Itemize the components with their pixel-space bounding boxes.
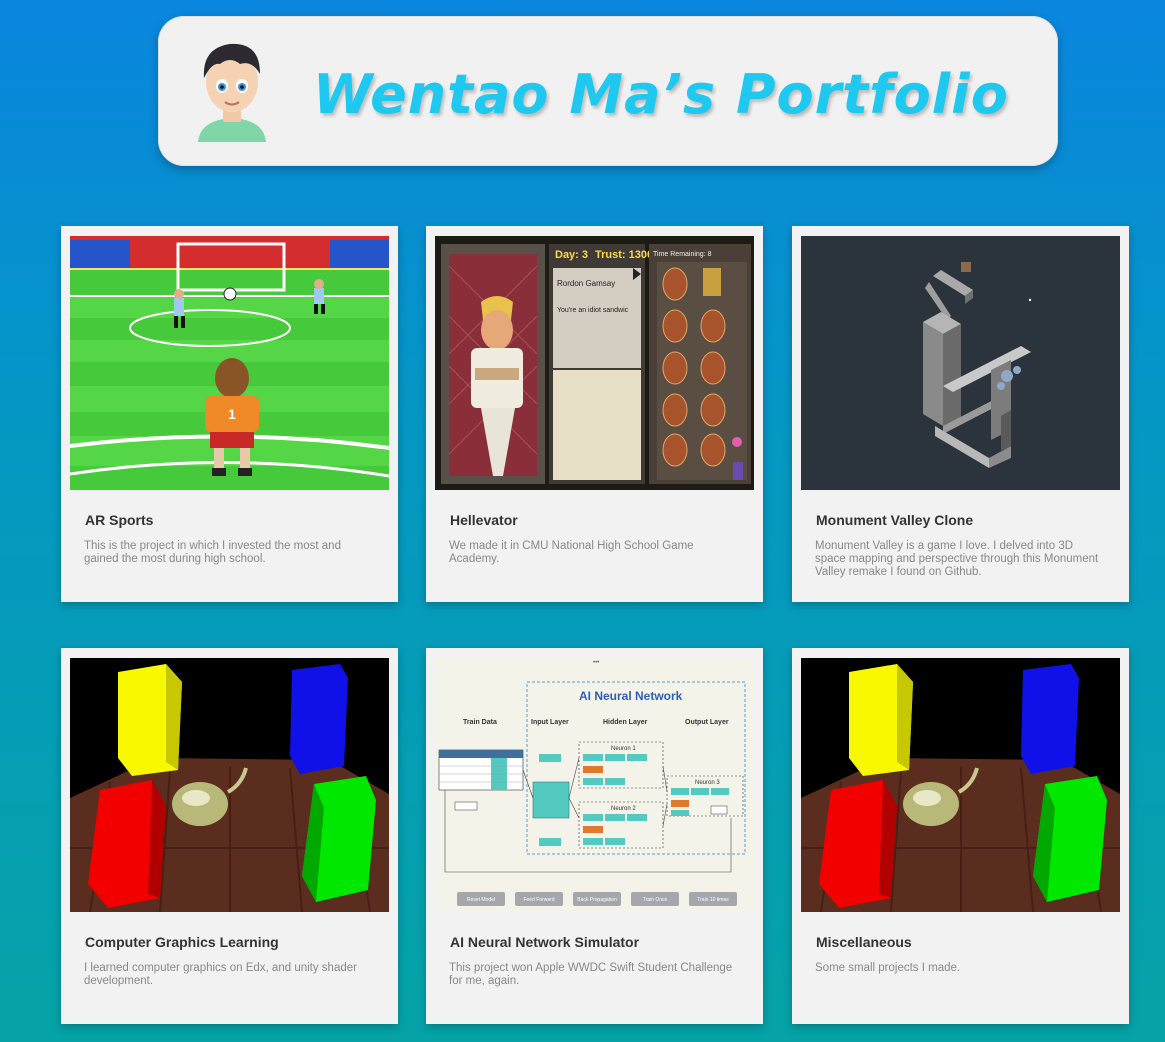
project-description: Monument Valley is a game I love. I delv… bbox=[815, 540, 1099, 578]
svg-text:•••: ••• bbox=[593, 660, 599, 666]
project-thumbnail[interactable] bbox=[70, 658, 389, 912]
hellevator-line: You're an idiot sandwic bbox=[557, 307, 629, 314]
nn-train-once-button: Train Once bbox=[643, 897, 668, 903]
project-card-computer-graphics[interactable]: Computer Graphics Learning I learned com… bbox=[61, 648, 398, 1024]
project-thumbnail[interactable]: Day: 3 Trust: 1300 Rordon Gamsay You're … bbox=[435, 236, 754, 490]
avatar bbox=[198, 43, 266, 142]
project-title[interactable]: Hellevator bbox=[450, 512, 518, 528]
project-thumbnail[interactable] bbox=[801, 658, 1120, 912]
nn-output-layer: Output Layer bbox=[685, 719, 729, 726]
project-card-hellevator[interactable]: Day: 3 Trust: 1300 Rordon Gamsay You're … bbox=[426, 226, 763, 602]
nn-train-10-times-button: Train 10 times bbox=[697, 897, 729, 903]
svg-text:1: 1 bbox=[228, 406, 236, 422]
nn-back-propagation-button: Back Propagation bbox=[577, 897, 617, 903]
project-thumbnail[interactable]: ••• AI Neural Network Train Data Input L… bbox=[435, 658, 754, 912]
project-title[interactable]: Miscellaneous bbox=[816, 934, 912, 950]
project-description: We made it in CMU National High School G… bbox=[449, 540, 694, 565]
project-card-ar-sports[interactable]: 1 AR Sports This is the project in which… bbox=[61, 226, 398, 602]
project-card-monument-valley[interactable]: Monument Valley Clone Monument Valley is… bbox=[792, 226, 1129, 602]
nn-heading: AI Neural Network bbox=[579, 689, 683, 703]
portfolio-header: Wentao Ma’s Portfolio bbox=[158, 16, 1058, 166]
project-title[interactable]: AI Neural Network Simulator bbox=[450, 934, 639, 950]
nn-input-layer: Input Layer bbox=[531, 719, 569, 726]
nn-train-data: Train Data bbox=[463, 719, 497, 726]
project-description: I learned computer graphics on Edx, and … bbox=[84, 962, 357, 987]
project-thumbnail[interactable] bbox=[801, 236, 1120, 490]
project-description: This project won Apple WWDC Swift Studen… bbox=[449, 962, 733, 987]
project-title[interactable]: Computer Graphics Learning bbox=[85, 934, 279, 950]
nn-feed-forward-button: Feed Forward bbox=[523, 897, 554, 903]
project-description: This is the project in which I invested … bbox=[84, 540, 341, 565]
nn-neuron-3: Neuron 3 bbox=[695, 780, 720, 786]
project-card-ai-neural-network[interactable]: ••• AI Neural Network Train Data Input L… bbox=[426, 648, 763, 1024]
nn-neuron-2: Neuron 2 bbox=[611, 806, 636, 812]
page-title: Wentao Ma’s Portfolio bbox=[313, 63, 1009, 126]
project-title[interactable]: AR Sports bbox=[85, 512, 153, 528]
nn-neuron-1: Neuron 1 bbox=[611, 746, 636, 752]
hellevator-speaker: Rordon Gamsay bbox=[557, 279, 615, 288]
nn-hidden-layer: Hidden Layer bbox=[603, 719, 648, 726]
hellevator-time: Time Remaining: 8 bbox=[653, 251, 712, 258]
hellevator-day: Day: 3 bbox=[555, 249, 588, 261]
nn-reset-model-button: Reset Model bbox=[467, 897, 495, 903]
project-description: Some small projects I made. bbox=[815, 962, 961, 974]
project-thumbnail[interactable]: 1 bbox=[70, 236, 389, 490]
project-title[interactable]: Monument Valley Clone bbox=[816, 512, 973, 528]
hellevator-trust: Trust: 1300 bbox=[595, 249, 653, 261]
project-card-miscellaneous[interactable]: Miscellaneous Some small projects I made… bbox=[792, 648, 1129, 1024]
